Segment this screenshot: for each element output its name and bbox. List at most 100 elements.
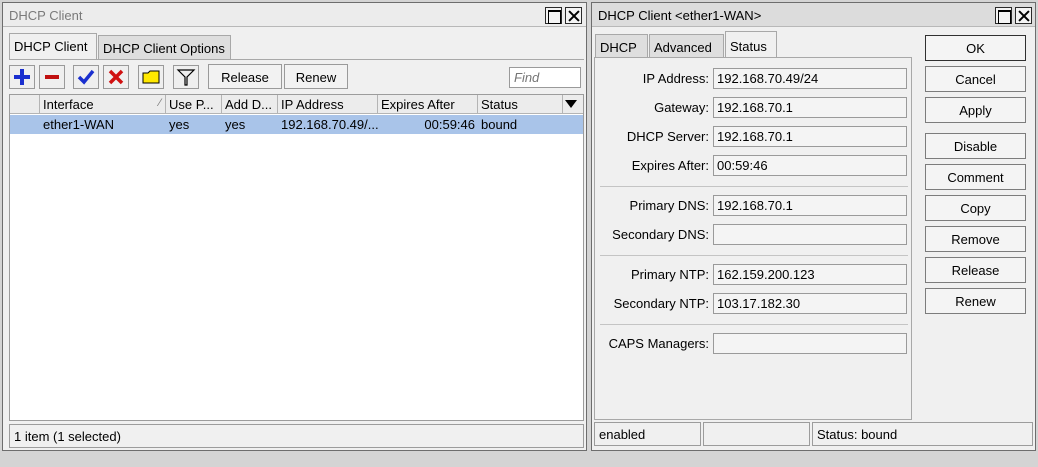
button-label: Copy xyxy=(960,201,991,216)
release-button[interactable]: Release xyxy=(208,64,282,89)
separator xyxy=(600,255,908,256)
secondary-dns-label: Secondary DNS: xyxy=(612,227,709,242)
button-label: Renew xyxy=(955,294,996,309)
cell-status: bound xyxy=(481,117,518,132)
primary-dns-field[interactable]: 192.168.70.1 xyxy=(713,195,907,216)
maximize-icon[interactable] xyxy=(995,7,1012,24)
column-interface[interactable]: Interface ⁄ xyxy=(40,95,166,114)
button-label: Comment xyxy=(947,170,1004,185)
comment-button[interactable]: Comment xyxy=(925,164,1026,190)
gateway-label: Gateway: xyxy=(654,100,709,115)
close-icon[interactable] xyxy=(565,7,582,24)
button-label: Release xyxy=(221,70,269,85)
cell-add-default: yes xyxy=(225,117,246,132)
apply-button[interactable]: Apply xyxy=(925,97,1026,123)
plus-icon xyxy=(14,69,30,85)
tab-status[interactable]: Status xyxy=(725,31,777,57)
tab-advanced[interactable]: Advanced xyxy=(649,34,724,58)
close-icon[interactable] xyxy=(1015,7,1032,24)
ip-address-field[interactable]: 192.168.70.49/24 xyxy=(713,68,907,89)
enable-button[interactable] xyxy=(73,65,99,89)
window-title: DHCP Client xyxy=(9,8,83,23)
cell-expires-after: 00:59:46 xyxy=(424,117,475,132)
dhcp-client-table: Interface ⁄ Use P... Add D... IP Address… xyxy=(9,94,584,421)
column-ip-address[interactable]: IP Address xyxy=(278,95,378,114)
secondary-ntp-label: Secondary NTP: xyxy=(613,296,709,311)
filter-button[interactable] xyxy=(173,65,199,89)
cell-use-peer: yes xyxy=(169,117,190,132)
renew-button[interactable]: Renew xyxy=(284,64,348,89)
minus-icon xyxy=(45,75,59,79)
column-label: Expires After xyxy=(381,97,455,112)
table-row[interactable]: ether1-WAN yes yes 192.168.70.49/... 00:… xyxy=(10,115,583,134)
ip-address-label: IP Address: xyxy=(642,71,709,86)
window-title: DHCP Client <ether1-WAN> xyxy=(598,8,762,23)
column-expires-after[interactable]: Expires After xyxy=(378,95,478,114)
button-label: Apply xyxy=(959,103,992,118)
button-label: Cancel xyxy=(955,72,996,87)
column-status[interactable]: Status xyxy=(478,95,563,114)
dhcp-server-label: DHCP Server: xyxy=(626,129,709,144)
renew-button[interactable]: Renew xyxy=(925,288,1026,314)
column-menu-icon[interactable] xyxy=(565,100,577,108)
column-label: Add D... xyxy=(225,97,272,112)
expires-after-label: Expires After: xyxy=(631,158,709,173)
button-label: OK xyxy=(966,41,985,56)
check-icon xyxy=(77,69,95,85)
caps-managers-field[interactable] xyxy=(713,333,907,354)
cell-interface: ether1-WAN xyxy=(43,117,115,132)
item-count: 1 item (1 selected) xyxy=(14,429,121,444)
column-add-default[interactable]: Add D... xyxy=(222,95,278,114)
tab-divider xyxy=(9,59,584,60)
button-label: Remove xyxy=(951,232,1000,247)
column-use-peer[interactable]: Use P... xyxy=(166,95,222,114)
x-icon xyxy=(108,69,124,85)
primary-ntp-field[interactable]: 162.159.200.123 xyxy=(713,264,907,285)
find-input[interactable] xyxy=(509,67,581,88)
status-bar: 1 item (1 selected) xyxy=(9,424,584,448)
comment-button[interactable] xyxy=(138,65,164,89)
cancel-button[interactable]: Cancel xyxy=(925,66,1026,92)
copy-button[interactable]: Copy xyxy=(925,195,1026,221)
tab-dhcp[interactable]: DHCP xyxy=(595,34,648,58)
tab-label: DHCP xyxy=(600,40,637,55)
separator xyxy=(600,324,908,325)
column-label: Use P... xyxy=(169,97,214,112)
primary-dns-label: Primary DNS: xyxy=(629,198,709,213)
disable-button[interactable] xyxy=(103,65,129,89)
disable-button[interactable]: Disable xyxy=(925,133,1026,159)
column-selector[interactable] xyxy=(10,95,40,114)
tab-dhcp-client-options[interactable]: DHCP Client Options xyxy=(98,35,231,59)
remove-button[interactable]: Remove xyxy=(925,226,1026,252)
dhcp-client-window: DHCP Client DHCP Client DHCP Client Opti… xyxy=(2,2,587,451)
add-button[interactable] xyxy=(9,65,35,89)
ok-button[interactable]: OK xyxy=(925,35,1026,61)
button-label: Renew xyxy=(295,70,337,85)
table-header: Interface ⁄ Use P... Add D... IP Address… xyxy=(10,95,583,114)
cell-ip-address: 192.168.70.49/... xyxy=(281,117,378,132)
title-bar[interactable]: DHCP Client <ether1-WAN> xyxy=(592,3,1035,27)
column-label: Status xyxy=(481,97,518,112)
button-label: Disable xyxy=(953,139,998,154)
release-button[interactable]: Release xyxy=(925,257,1026,283)
dhcp-server-field[interactable]: 192.168.70.1 xyxy=(713,126,907,147)
sort-icon: ⁄ xyxy=(159,97,161,109)
button-label: Release xyxy=(951,263,1000,278)
enabled-status: enabled xyxy=(594,422,701,446)
filter-icon xyxy=(176,69,196,86)
secondary-ntp-field[interactable]: 103.17.182.30 xyxy=(713,293,907,314)
maximize-icon[interactable] xyxy=(545,7,562,24)
expires-after-field[interactable]: 00:59:46 xyxy=(713,155,907,176)
tab-label: Status xyxy=(730,39,767,54)
separator xyxy=(600,186,908,187)
gateway-field[interactable]: 192.168.70.1 xyxy=(713,97,907,118)
primary-ntp-label: Primary NTP: xyxy=(631,267,709,282)
remove-button[interactable] xyxy=(39,65,65,89)
column-label: Interface xyxy=(43,97,94,112)
tab-dhcp-client[interactable]: DHCP Client xyxy=(9,33,97,59)
caps-managers-label: CAPS Managers: xyxy=(608,336,709,351)
dhcp-client-edit-window: DHCP Client <ether1-WAN> DHCP Advanced S… xyxy=(591,2,1036,451)
secondary-dns-field[interactable] xyxy=(713,224,907,245)
tab-label: Advanced xyxy=(654,40,712,55)
title-bar[interactable]: DHCP Client xyxy=(3,3,586,27)
